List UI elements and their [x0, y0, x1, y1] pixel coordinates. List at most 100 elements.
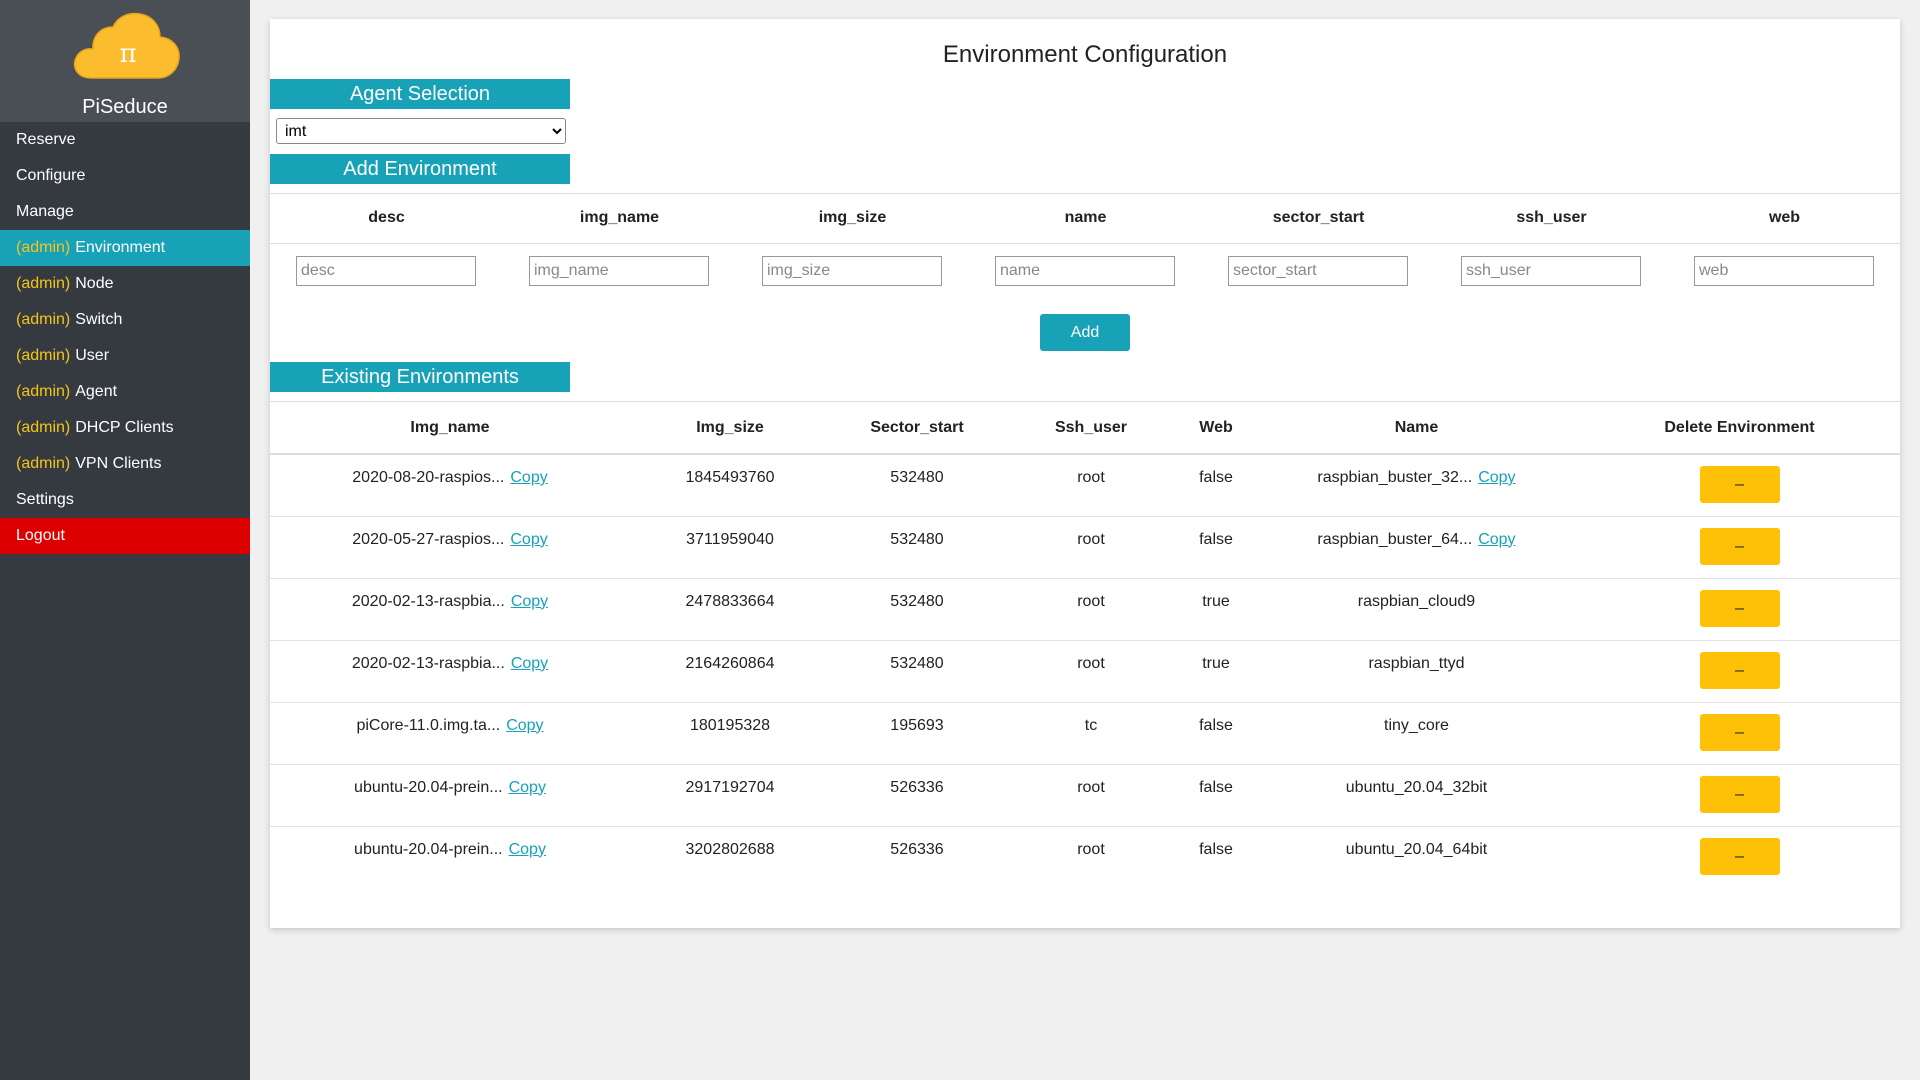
- delete-environment-button[interactable]: –: [1699, 527, 1780, 565]
- img-name-cell: 2020-02-13-raspbia... Copy: [270, 578, 630, 641]
- add-environment-heading: Add Environment: [270, 154, 570, 184]
- copy-img-name-link[interactable]: Copy: [506, 717, 543, 734]
- img-name-text: 2020-02-13-raspbia...: [351, 654, 505, 672]
- agent-selection-heading: Agent Selection: [270, 79, 570, 109]
- name-cell: ubuntu_20.04_32bit: [1254, 764, 1579, 827]
- web-cell: false: [1178, 702, 1254, 765]
- copy-img-name-link[interactable]: Copy: [509, 779, 546, 796]
- name-text: raspbian_ttyd: [1368, 654, 1465, 672]
- copy-img-name-link[interactable]: Copy: [510, 531, 547, 548]
- sidebar-item-dhcp-clients[interactable]: (admin) DHCP Clients: [0, 410, 250, 446]
- table-row: piCore-11.0.img.ta... Copy 180195328 195693…: [270, 702, 1900, 765]
- name-cell: raspbian_ttyd: [1254, 640, 1579, 703]
- sidebar-item-label: Environment: [75, 239, 166, 256]
- sidebar-item-label: Logout: [16, 527, 65, 544]
- admin-tag: (admin): [16, 419, 71, 436]
- ssh-user-cell: root: [1004, 764, 1178, 827]
- copy-img-name-link[interactable]: Copy: [511, 593, 548, 610]
- sidebar-item-environment[interactable]: (admin) Environment: [0, 230, 250, 266]
- copy-img-name-link[interactable]: Copy: [509, 841, 546, 858]
- name-text: tiny_core: [1384, 716, 1449, 734]
- web-cell: false: [1178, 516, 1254, 579]
- ssh-user-cell: root: [1004, 640, 1178, 703]
- admin-tag: (admin): [16, 311, 71, 328]
- column-header-web: Web: [1178, 402, 1254, 455]
- sidebar-item-reserve[interactable]: Reserve: [0, 122, 250, 158]
- name-text: raspbian_buster_64...: [1317, 530, 1473, 548]
- sidebar-item-configure[interactable]: Configure: [0, 158, 250, 194]
- delete-cell: –: [1579, 764, 1900, 827]
- delete-environment-button[interactable]: –: [1699, 775, 1780, 813]
- img-size-input[interactable]: [762, 256, 942, 286]
- delete-environment-button[interactable]: –: [1699, 466, 1780, 503]
- img-name-cell: ubuntu-20.04-prein... Copy: [270, 764, 630, 827]
- name-text: ubuntu_20.04_64bit: [1345, 840, 1488, 858]
- sidebar-item-label: Node: [75, 275, 114, 292]
- web-cell: false: [1199, 840, 1233, 858]
- copy-name-link[interactable]: Copy: [1478, 469, 1515, 486]
- sidebar-item-node[interactable]: (admin) Node: [0, 266, 250, 302]
- img-size-cell: 180195328: [630, 702, 830, 765]
- brand: π PiSeduce: [0, 0, 250, 122]
- admin-tag: (admin): [16, 347, 71, 364]
- web-cell: true: [1178, 578, 1254, 641]
- sector-start-cell: 532480: [830, 516, 1004, 579]
- sidebar-item-manage[interactable]: Manage: [0, 194, 250, 230]
- sector-start-cell: 532480: [830, 578, 1004, 641]
- sidebar-item-agent[interactable]: (admin) Agent: [0, 374, 250, 410]
- copy-img-name-link[interactable]: Copy: [511, 655, 548, 672]
- table-row: ubuntu-20.04-prein... Copy 2917192704 52633…: [270, 764, 1900, 827]
- img-name-cell: 2020-05-27-raspios... Copy: [270, 516, 630, 579]
- sidebar-item-label: VPN Clients: [75, 455, 162, 472]
- sidebar-item-user[interactable]: (admin) User: [0, 338, 250, 374]
- img-name-text: 2020-05-27-raspios...: [352, 530, 505, 548]
- delete-environment-button[interactable]: –: [1699, 651, 1780, 689]
- sidebar-item-logout[interactable]: Logout: [0, 518, 250, 554]
- delete-cell: –: [1579, 454, 1900, 517]
- name-text: ubuntu_20.04_32bit: [1345, 778, 1488, 796]
- ssh-user-cell: root: [1077, 840, 1105, 858]
- sidebar-item-label: Agent: [75, 383, 118, 400]
- delete-cell: –: [1579, 702, 1900, 765]
- agent-select[interactable]: imt: [276, 118, 566, 144]
- img-name-input[interactable]: [529, 256, 709, 286]
- sector-start-input[interactable]: [1228, 256, 1408, 286]
- web-cell: true: [1178, 640, 1254, 703]
- ssh-user-input[interactable]: [1461, 256, 1641, 286]
- table-row: 2020-08-20-raspios... Copy 1845493760 53248…: [270, 454, 1900, 517]
- web-input[interactable]: [1694, 256, 1874, 286]
- pi-glyph: π: [119, 39, 136, 69]
- sidebar-item-switch[interactable]: (admin) Switch: [0, 302, 250, 338]
- copy-img-name-link[interactable]: Copy: [510, 469, 547, 486]
- name-input[interactable]: [995, 256, 1175, 286]
- img-name-text: ubuntu-20.04-prein...: [354, 840, 503, 858]
- delete-environment-button[interactable]: –: [1699, 837, 1780, 875]
- sidebar-item-settings[interactable]: Settings: [0, 482, 250, 518]
- add-column-header-img-size: img_size: [818, 209, 887, 226]
- admin-tag: (admin): [16, 455, 71, 472]
- sector-start-cell: 526336: [890, 840, 944, 858]
- sidebar-nav: Reserve Configure Manage (admin) Environment…: [0, 122, 250, 554]
- ssh-user-cell: tc: [1004, 702, 1178, 765]
- sidebar-item-label: Reserve: [16, 131, 76, 148]
- img-name-cell: ubuntu-20.04-prein... Copy: [270, 826, 630, 888]
- sidebar-item-vpn-clients[interactable]: (admin) VPN Clients: [0, 446, 250, 482]
- table-body: 2020-08-20-raspios... Copy 1845493760 53248…: [270, 454, 1900, 888]
- add-environment-button[interactable]: Add: [1040, 314, 1130, 351]
- img-name-cell: 2020-02-13-raspbia... Copy: [270, 640, 630, 703]
- column-header-img_name: Img_name: [270, 402, 630, 455]
- delete-environment-button[interactable]: –: [1699, 589, 1780, 627]
- sector-start-cell: 526336: [830, 764, 1004, 827]
- img-size-cell: 3711959040: [630, 516, 830, 579]
- copy-name-link[interactable]: Copy: [1478, 531, 1515, 548]
- piseduce-cloud-logo-icon[interactable]: π: [70, 10, 182, 82]
- delete-environment-button[interactable]: –: [1699, 713, 1780, 751]
- sector-start-cell: 532480: [830, 640, 1004, 703]
- name-text: raspbian_buster_32...: [1317, 469, 1473, 486]
- img-name-text: ubuntu-20.04-prein...: [354, 778, 503, 796]
- column-header-img_size: Img_size: [630, 402, 830, 455]
- desc-input[interactable]: [296, 256, 476, 286]
- name-text: raspbian_cloud9: [1357, 592, 1476, 610]
- name-cell: ubuntu_20.04_64bit: [1254, 826, 1579, 888]
- page-title: Environment Configuration: [942, 41, 1228, 68]
